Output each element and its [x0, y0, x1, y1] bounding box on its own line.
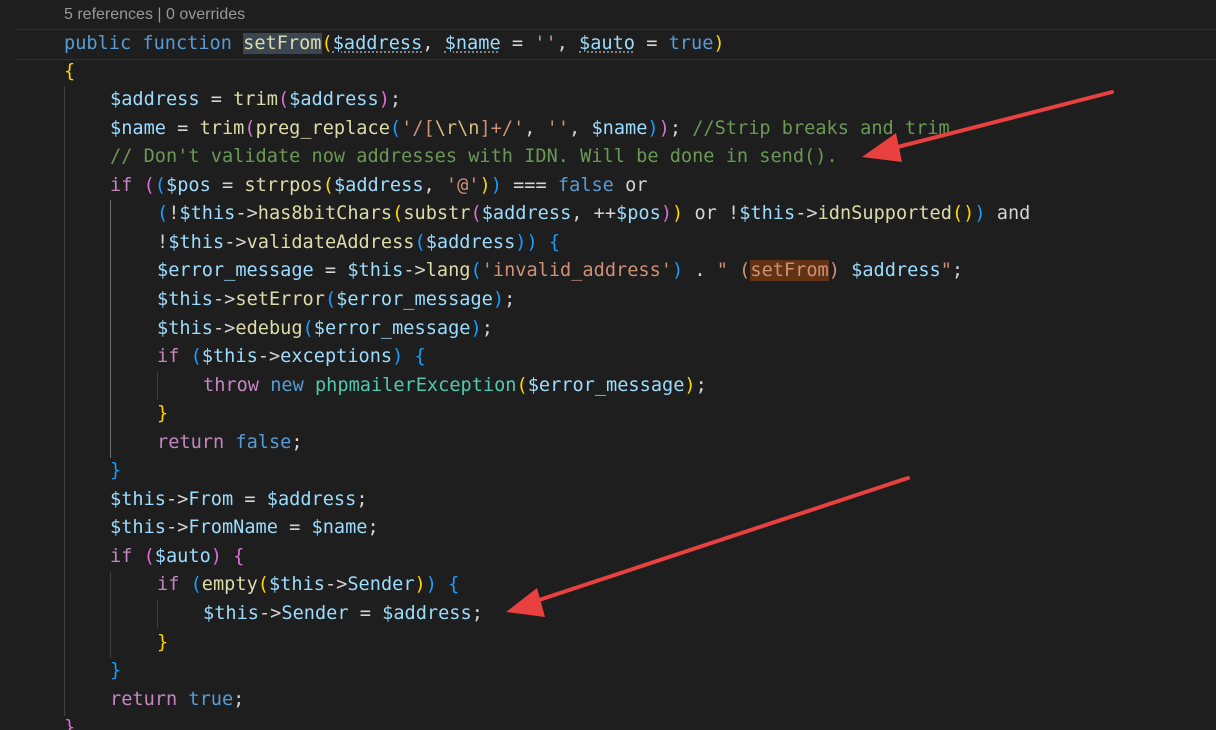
- code-line[interactable]: if (($pos = strrpos($address, '@')) === …: [110, 172, 647, 201]
- code-line-signature[interactable]: public function setFrom($address, $name …: [16, 29, 1216, 60]
- code-line[interactable]: throw new phpmailerException($error_mess…: [203, 372, 707, 401]
- code-line-sender-assignment[interactable]: $this->Sender = $address;: [203, 600, 483, 629]
- code-line[interactable]: if ($auto) {: [110, 543, 244, 572]
- code-line[interactable]: }: [110, 657, 121, 686]
- code-line[interactable]: }: [157, 400, 168, 429]
- code-text: public function setFrom($address, $name …: [64, 33, 725, 54]
- codelens-separator: |: [157, 6, 162, 23]
- code-line[interactable]: {: [64, 58, 75, 87]
- code-editor[interactable]: 5 references | 0 overrides public functi…: [0, 0, 1216, 730]
- code-line[interactable]: return false;: [157, 429, 303, 458]
- code-line[interactable]: if ($this->exceptions) {: [157, 343, 426, 372]
- code-line[interactable]: }: [110, 457, 121, 486]
- code-line[interactable]: $this->setError($error_message);: [157, 286, 515, 315]
- indent-guide-level-3-empty-block: [157, 600, 158, 628]
- arrow-to-sender-assignment: [506, 476, 910, 617]
- code-line[interactable]: $this->From = $address;: [110, 486, 368, 515]
- code-line[interactable]: }: [64, 714, 75, 730]
- code-line[interactable]: $error_message = $this->lang('invalid_ad…: [157, 257, 963, 286]
- codelens: 5 references | 0 overrides: [64, 6, 245, 24]
- code-line[interactable]: return true;: [110, 686, 244, 715]
- code-line[interactable]: $this->FromName = $name;: [110, 514, 379, 543]
- code-line[interactable]: $address = trim($address);: [110, 86, 401, 115]
- indent-guide-level-1: [64, 86, 65, 716]
- overrides-link[interactable]: 0 overrides: [166, 6, 245, 23]
- references-link[interactable]: 5 references: [64, 6, 153, 23]
- code-line[interactable]: !$this->validateAddress($address)) {: [157, 229, 560, 258]
- indent-guide-level-3-exceptions: [157, 372, 158, 400]
- indent-guide-level-2-auto-block: [110, 572, 111, 658]
- code-line[interactable]: $name = trim(preg_replace('/[\r\n]+/', '…: [110, 115, 950, 144]
- code-line[interactable]: (!$this->has8bitChars(substr($address, +…: [157, 200, 1030, 229]
- code-line-idn-comment[interactable]: // Don't validate now addresses with IDN…: [110, 143, 838, 172]
- code-line[interactable]: if (empty($this->Sender)) {: [157, 571, 459, 600]
- code-line[interactable]: $this->edebug($error_message);: [157, 315, 493, 344]
- indent-guide-level-2-if-block: [110, 200, 111, 458]
- code-line[interactable]: }: [157, 629, 168, 658]
